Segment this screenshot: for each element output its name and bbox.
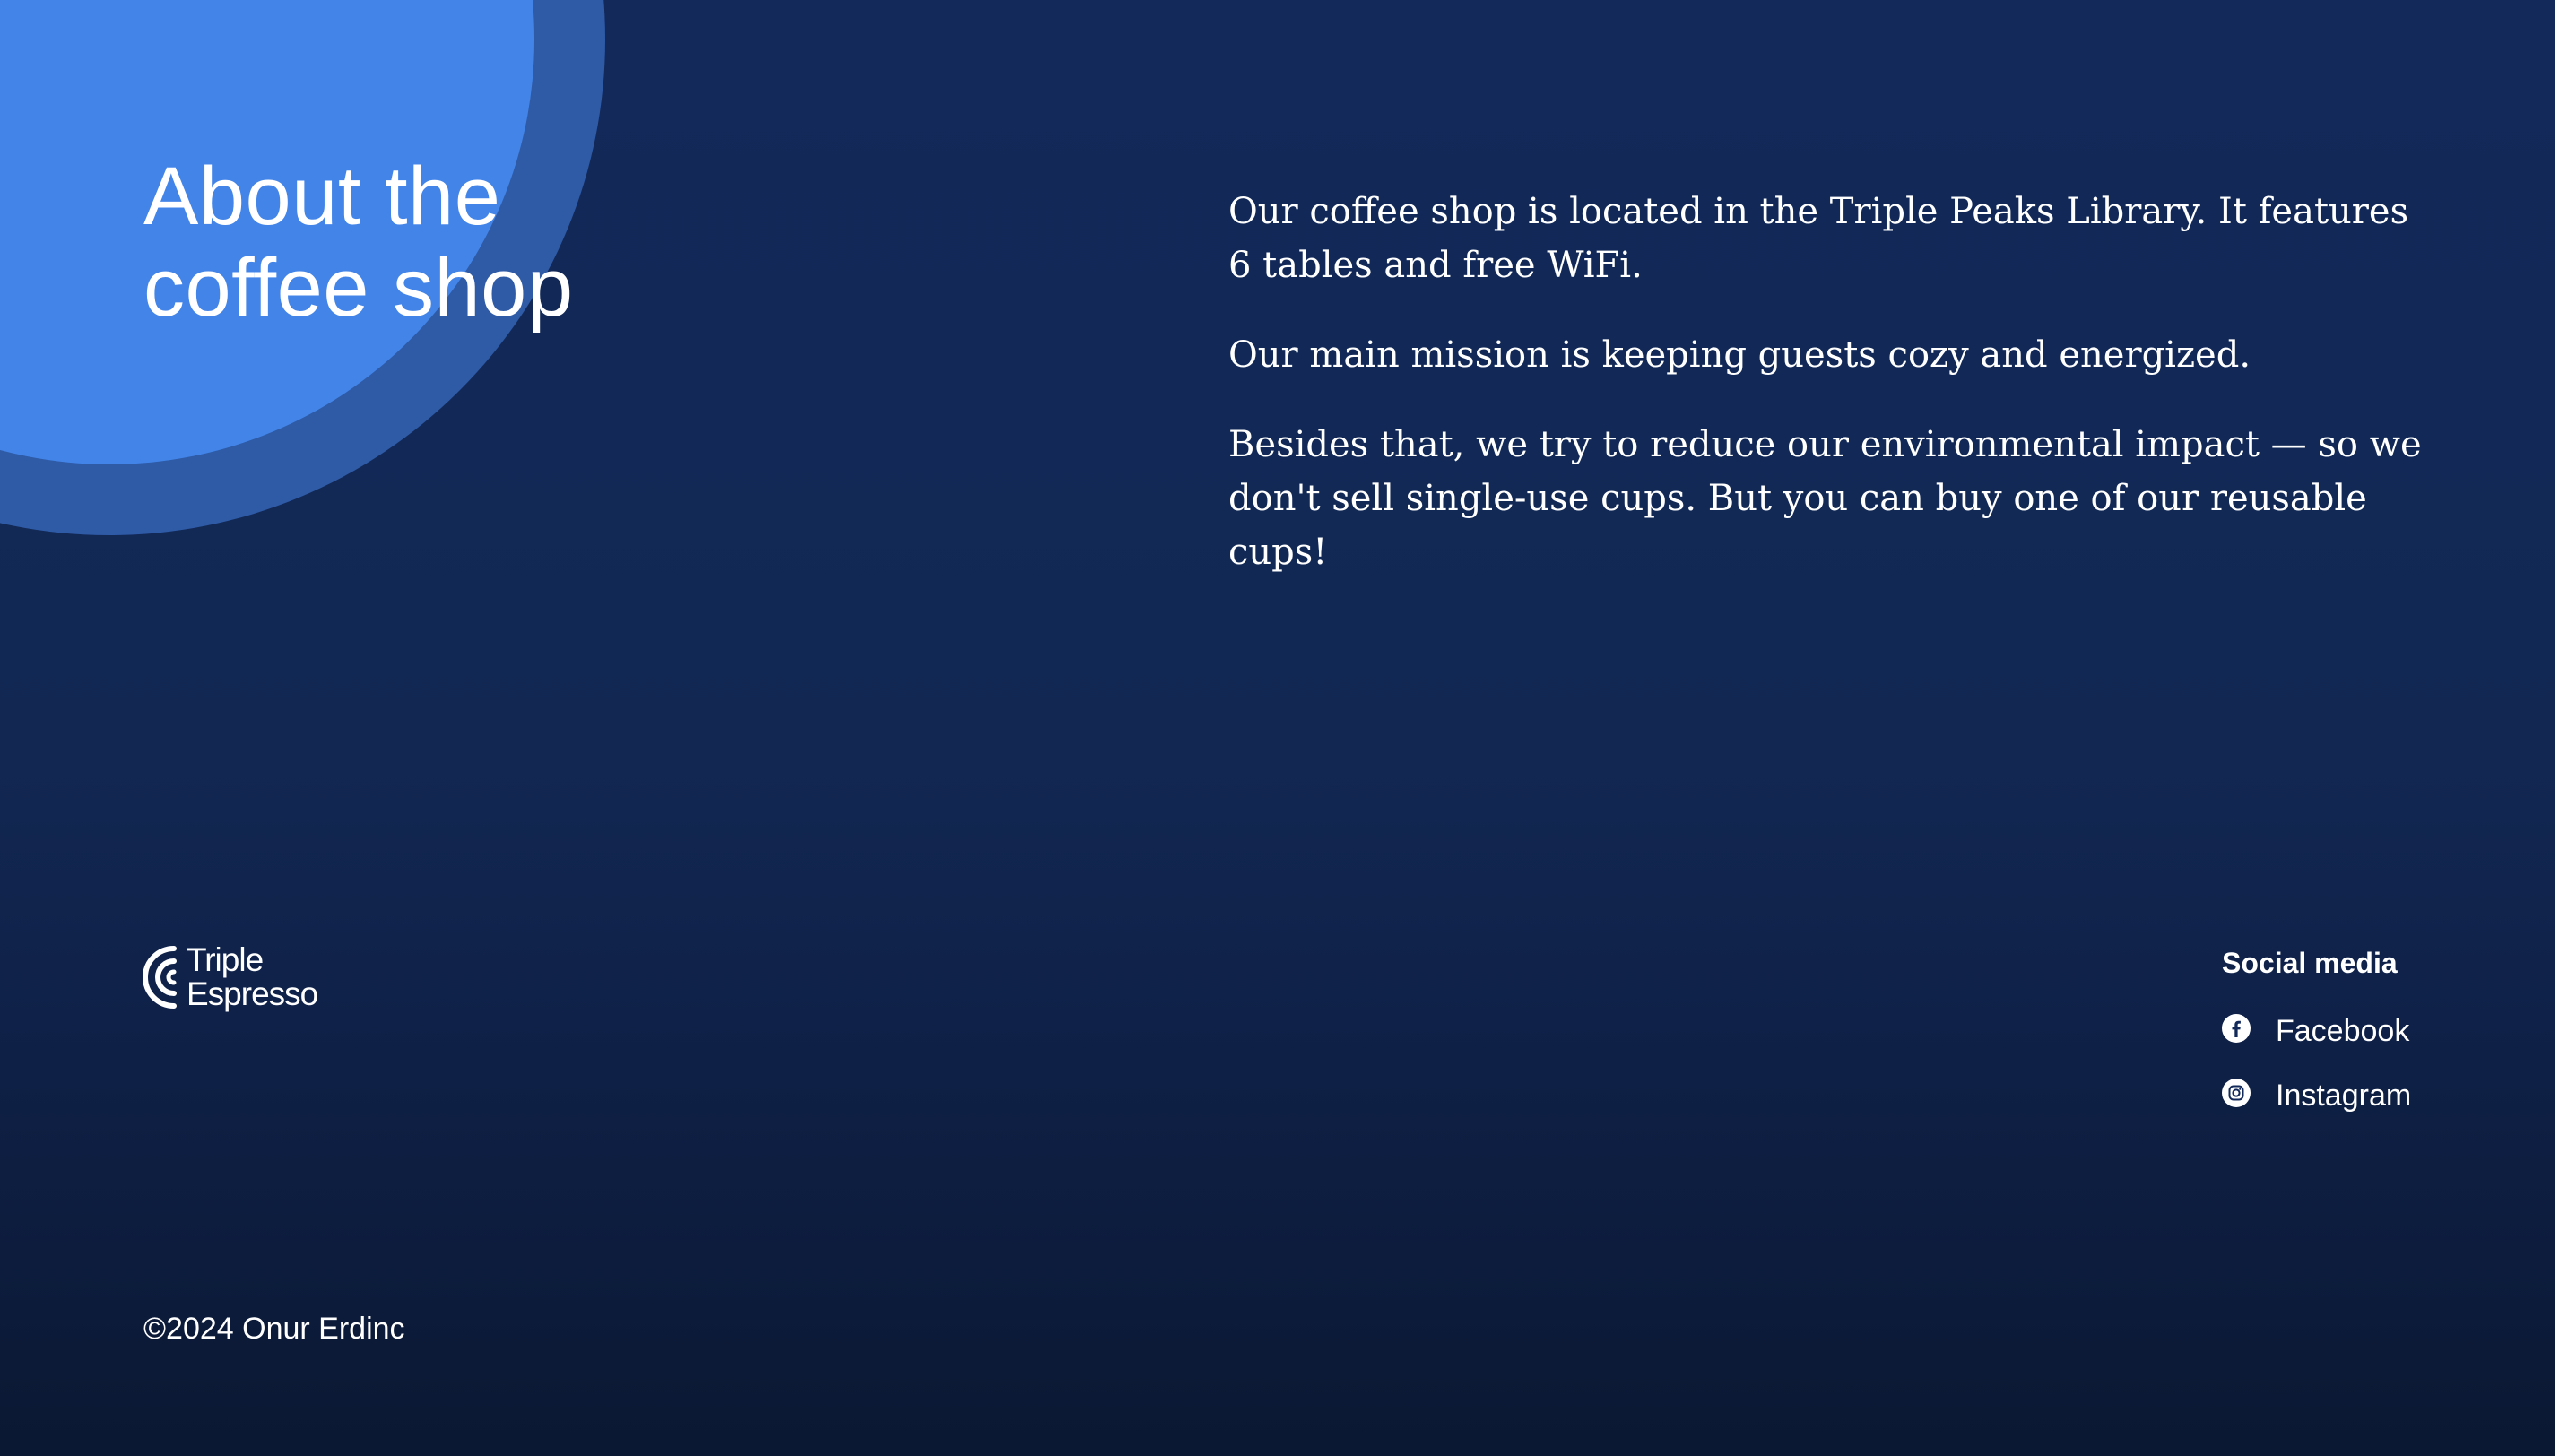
logo-text-line2: Espresso: [187, 975, 318, 1012]
logo-text-line1: Triple: [187, 941, 264, 978]
page-title-line1: About the: [143, 151, 501, 242]
copyright-text: ©2024 Onur Erdinc: [143, 1312, 405, 1346]
logo-text: Triple Espresso: [187, 941, 318, 1012]
coffee-waves-logo-icon: [143, 946, 177, 1009]
about-paragraph-mission: Our main mission is keeping guests cozy …: [1228, 334, 2251, 376]
instagram-link[interactable]: Instagram: [2222, 1074, 2411, 1117]
instagram-icon: [2222, 1079, 2251, 1107]
page-edge-strip: [2555, 0, 2559, 1456]
page-title: About the coffee shop: [143, 151, 717, 334]
about-paragraph-environment: Besides that, we try to reduce our envir…: [1228, 424, 2422, 573]
facebook-icon: [2222, 1014, 2251, 1043]
social-media-heading: Social media: [2222, 947, 2398, 979]
social-media-section: Social media Facebook Instagram: [2222, 941, 2411, 1139]
about-description: Our coffee shop is located in the Triple…: [1228, 185, 2430, 615]
page: About the coffee shop Our coffee shop is…: [0, 0, 2555, 1456]
page-title-line2: coffee shop: [143, 242, 574, 334]
logo-link[interactable]: Triple Espresso: [143, 941, 318, 1012]
facebook-link[interactable]: Facebook: [2222, 1010, 2411, 1053]
instagram-link-label: Instagram: [2276, 1079, 2412, 1113]
facebook-link-label: Facebook: [2276, 1014, 2410, 1048]
about-paragraph-location: Our coffee shop is located in the Triple…: [1228, 191, 2409, 286]
